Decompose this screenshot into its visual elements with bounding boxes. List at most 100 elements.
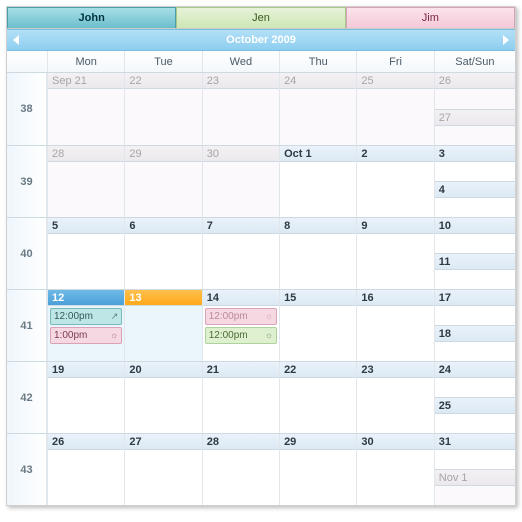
day-header[interactable]: 29 bbox=[280, 434, 356, 450]
calendar-event[interactable]: 12:00pm☼ bbox=[205, 308, 277, 325]
resource-tab-jim[interactable]: Jim bbox=[346, 7, 515, 28]
day-body[interactable] bbox=[435, 450, 515, 469]
day-cell: 29 bbox=[124, 146, 201, 217]
resource-tab-john[interactable]: John bbox=[7, 7, 176, 28]
month-header: October 2009 bbox=[7, 29, 515, 51]
day-body[interactable] bbox=[48, 89, 124, 145]
day-body[interactable] bbox=[48, 378, 124, 433]
day-header[interactable]: 23 bbox=[357, 362, 433, 378]
day-body[interactable] bbox=[125, 234, 201, 289]
day-body[interactable] bbox=[435, 486, 515, 505]
day-body[interactable] bbox=[125, 306, 201, 361]
day-body[interactable] bbox=[357, 378, 433, 433]
day-header[interactable]: 8 bbox=[280, 218, 356, 234]
calendar-body: 38Sep 2122232425262739282930Oct 12344056… bbox=[7, 73, 515, 505]
day-header[interactable]: 27 bbox=[435, 110, 515, 126]
day-header[interactable]: 4 bbox=[435, 182, 515, 198]
day-body[interactable] bbox=[125, 450, 201, 505]
day-body[interactable] bbox=[357, 306, 433, 361]
prev-month-button[interactable] bbox=[13, 35, 19, 45]
day-header[interactable]: 3 bbox=[435, 146, 515, 162]
day-header[interactable]: 20 bbox=[125, 362, 201, 378]
day-header[interactable]: 30 bbox=[203, 146, 279, 162]
day-body[interactable] bbox=[435, 270, 515, 289]
day-header[interactable]: 7 bbox=[203, 218, 279, 234]
day-header[interactable]: 14 bbox=[203, 290, 279, 306]
day-header[interactable]: Oct 1 bbox=[280, 146, 356, 162]
day-body[interactable] bbox=[435, 378, 515, 397]
day-header[interactable]: 31 bbox=[435, 434, 515, 450]
day-body[interactable] bbox=[203, 89, 279, 145]
day-header[interactable]: 13 bbox=[125, 290, 201, 306]
day-header[interactable]: 18 bbox=[435, 326, 515, 342]
day-body[interactable] bbox=[357, 234, 433, 289]
day-body[interactable] bbox=[203, 162, 279, 217]
day-body[interactable] bbox=[280, 450, 356, 505]
day-body[interactable] bbox=[203, 378, 279, 433]
day-body[interactable]: 12:00pm☼ 12:00pm☼ bbox=[203, 306, 279, 361]
day-header[interactable]: 17 bbox=[435, 290, 515, 306]
day-body[interactable] bbox=[357, 162, 433, 217]
day-header[interactable]: 26 bbox=[435, 73, 515, 89]
day-body[interactable] bbox=[280, 306, 356, 361]
day-cell: 25 bbox=[435, 397, 515, 433]
day-header[interactable]: 15 bbox=[280, 290, 356, 306]
day-header[interactable]: 29 bbox=[125, 146, 201, 162]
day-body[interactable] bbox=[48, 234, 124, 289]
day-body[interactable] bbox=[435, 198, 515, 217]
day-header[interactable]: Nov 1 bbox=[435, 470, 515, 486]
day-header[interactable]: 10 bbox=[435, 218, 515, 234]
day-body[interactable] bbox=[280, 162, 356, 217]
day-header[interactable]: 12 bbox=[48, 290, 124, 306]
calendar-event[interactable]: 12:00pm☼ bbox=[205, 327, 277, 344]
day-header[interactable]: 23 bbox=[203, 73, 279, 89]
day-header[interactable]: 22 bbox=[125, 73, 201, 89]
day-header[interactable]: 28 bbox=[48, 146, 124, 162]
next-month-button[interactable] bbox=[503, 35, 509, 45]
day-header[interactable]: 11 bbox=[435, 254, 515, 270]
day-body[interactable] bbox=[435, 126, 515, 146]
day-body[interactable] bbox=[435, 234, 515, 253]
day-body[interactable] bbox=[203, 234, 279, 289]
day-body[interactable] bbox=[125, 89, 201, 145]
day-body[interactable] bbox=[125, 378, 201, 433]
day-header[interactable]: 24 bbox=[280, 73, 356, 89]
day-body[interactable] bbox=[280, 89, 356, 145]
day-body[interactable] bbox=[435, 89, 515, 109]
day-header[interactable]: 26 bbox=[48, 434, 124, 450]
day-cell: 6 bbox=[124, 218, 201, 289]
day-body[interactable] bbox=[357, 89, 433, 145]
calendar-event[interactable]: 12:00pm↗ bbox=[50, 308, 122, 325]
day-header[interactable]: 22 bbox=[280, 362, 356, 378]
resource-tab-jen[interactable]: Jen bbox=[176, 7, 345, 28]
calendar-event[interactable]: 1:00pm☼ bbox=[50, 327, 122, 344]
day-header[interactable]: Sep 21 bbox=[48, 73, 124, 89]
day-header[interactable]: 19 bbox=[48, 362, 124, 378]
day-body[interactable]: 12:00pm↗ 1:00pm☼ bbox=[48, 306, 124, 361]
day-body[interactable] bbox=[435, 414, 515, 433]
day-body[interactable] bbox=[48, 162, 124, 217]
day-body[interactable] bbox=[435, 162, 515, 181]
day-header[interactable]: 6 bbox=[125, 218, 201, 234]
day-body[interactable] bbox=[125, 162, 201, 217]
day-body[interactable] bbox=[435, 342, 515, 361]
day-header[interactable]: 21 bbox=[203, 362, 279, 378]
event-time: 12:00pm bbox=[54, 310, 93, 323]
day-body[interactable] bbox=[435, 306, 515, 325]
day-header[interactable]: 5 bbox=[48, 218, 124, 234]
day-header[interactable]: 25 bbox=[435, 398, 515, 414]
day-body[interactable] bbox=[280, 378, 356, 433]
day-header[interactable]: 27 bbox=[125, 434, 201, 450]
day-header[interactable]: 30 bbox=[357, 434, 433, 450]
day-header[interactable]: 24 bbox=[435, 362, 515, 378]
day-body[interactable] bbox=[203, 450, 279, 505]
day-header[interactable]: 28 bbox=[203, 434, 279, 450]
day-header[interactable]: 25 bbox=[357, 73, 433, 89]
day-header[interactable]: 2 bbox=[357, 146, 433, 162]
day-header[interactable]: 9 bbox=[357, 218, 433, 234]
day-body[interactable] bbox=[48, 450, 124, 505]
day-body[interactable] bbox=[280, 234, 356, 289]
day-header[interactable]: 16 bbox=[357, 290, 433, 306]
day-body[interactable] bbox=[357, 450, 433, 505]
day-cell: 9 bbox=[356, 218, 433, 289]
